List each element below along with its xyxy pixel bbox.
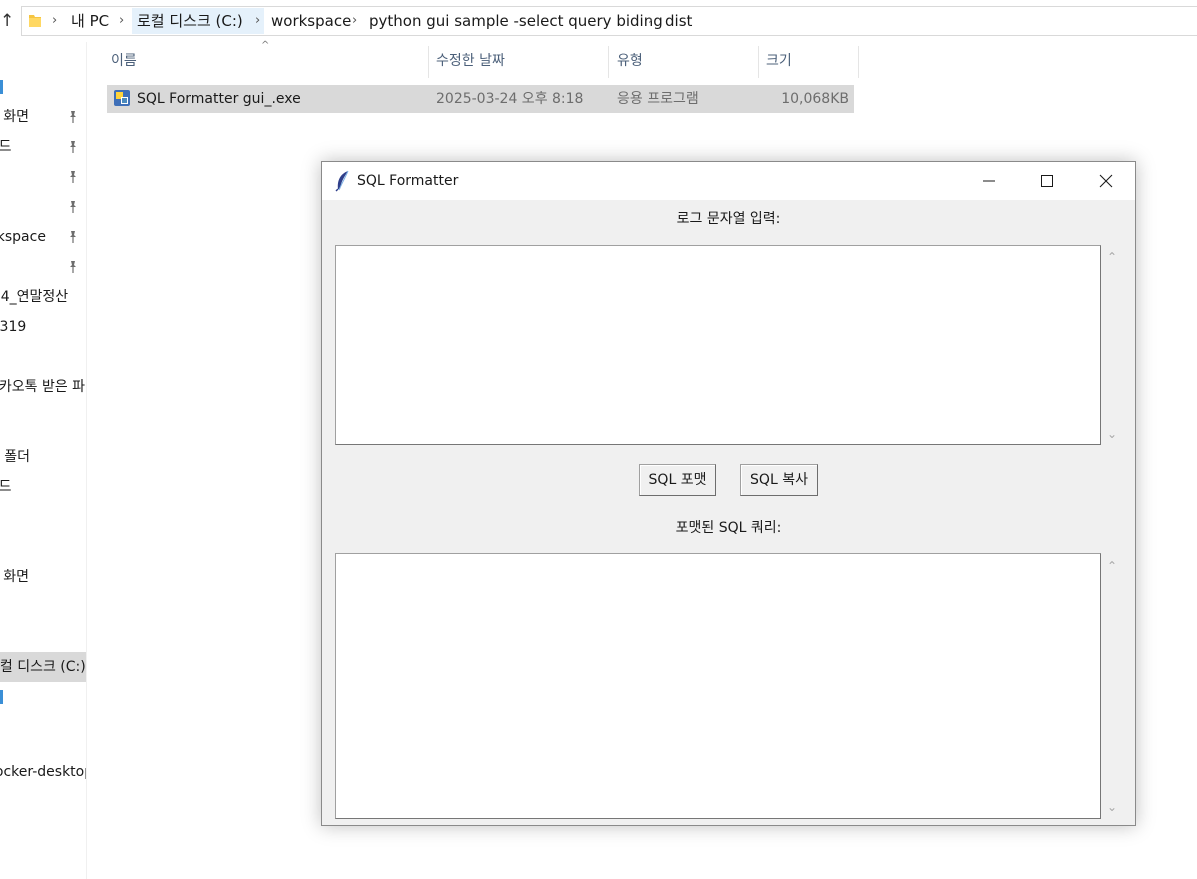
nav-item-icon xyxy=(0,80,3,94)
executable-icon xyxy=(114,90,130,106)
nav-item[interactable]: 카카오톡 받은 파일 xyxy=(0,372,86,402)
up-arrow-icon[interactable]: ↑ xyxy=(0,10,14,32)
column-divider[interactable] xyxy=(858,46,859,78)
title-bar[interactable]: SQL Formatter xyxy=(322,162,1135,200)
breadcrumb-separator[interactable]: › xyxy=(648,11,653,31)
nav-item[interactable]: 20250319 xyxy=(0,312,86,342)
file-modified: 2025-03-24 오후 8:18 xyxy=(436,91,584,107)
navigation-pane: 바탕 화면다운로드workspace2024_연말정산20250319카카오톡 … xyxy=(0,42,87,879)
nav-item-label: 바탕 화면 xyxy=(0,569,29,585)
nav-item[interactable]: workspace xyxy=(0,222,86,252)
breadcrumb-item[interactable]: 내 PC xyxy=(71,11,109,31)
nav-item-label: 바탕 화면 xyxy=(0,109,29,125)
nav-item[interactable]: 2024_연말정산 xyxy=(0,282,86,312)
breadcrumb-item[interactable]: dist xyxy=(665,11,692,31)
feather-icon xyxy=(335,170,349,192)
close-button[interactable] xyxy=(1077,162,1135,200)
nav-item[interactable]: 로컬 디스크 (C:) xyxy=(0,652,86,682)
nav-item[interactable] xyxy=(0,192,86,222)
nav-item[interactable]: 다운로드 xyxy=(0,472,86,502)
column-divider[interactable] xyxy=(428,46,429,78)
breadcrumb-separator[interactable]: › xyxy=(119,11,124,31)
breadcrumb-separator[interactable]: › xyxy=(52,11,57,31)
nav-item[interactable] xyxy=(0,72,86,102)
formatted-sql-textarea[interactable] xyxy=(335,553,1101,819)
folder-icon xyxy=(29,15,41,27)
nav-item-label: 카카오톡 받은 파일 xyxy=(0,379,86,395)
nav-item-icon xyxy=(0,690,3,704)
nav-item[interactable]: 문서 폴더 xyxy=(0,442,86,472)
close-icon xyxy=(1099,174,1113,188)
file-size: 10,068KB xyxy=(781,91,849,107)
column-header-type[interactable]: 유형 xyxy=(617,46,643,76)
breadcrumb-item[interactable]: 로컬 디스크 (C:) xyxy=(137,11,243,31)
pin-icon xyxy=(70,231,76,243)
sql-formatter-window: SQL Formatter 로그 문자열 입력: ⌃ ⌄ SQL 포맷 SQL … xyxy=(321,161,1136,826)
scroll-down-icon[interactable]: ⌄ xyxy=(1105,427,1119,441)
breadcrumb-item[interactable]: workspace xyxy=(271,11,351,31)
minimize-icon xyxy=(983,180,995,182)
log-input-textarea[interactable] xyxy=(335,245,1101,445)
nav-item-label: 문서 폴더 xyxy=(0,449,30,465)
pin-icon xyxy=(70,171,76,183)
column-header-name[interactable]: 이름 xyxy=(111,46,137,76)
column-header-size[interactable]: 크기 xyxy=(766,46,792,76)
sql-copy-button[interactable]: SQL 복사 xyxy=(740,464,818,496)
breadcrumb-separator[interactable]: › xyxy=(255,11,260,31)
column-divider[interactable] xyxy=(758,46,759,78)
maximize-button[interactable] xyxy=(1018,162,1076,200)
nav-item-label: docker-desktop-data xyxy=(0,764,86,780)
output-label: 포맷된 SQL 쿼리: xyxy=(675,520,782,536)
window-title: SQL Formatter xyxy=(357,173,459,189)
sort-ascending-icon: ^ xyxy=(261,40,270,51)
nav-item-label: workspace xyxy=(0,229,46,245)
nav-item[interactable]: 바탕 화면 xyxy=(0,102,86,132)
maximize-icon xyxy=(1041,175,1053,187)
nav-item[interactable] xyxy=(0,252,86,282)
scroll-up-icon[interactable]: ⌃ xyxy=(1105,559,1119,573)
file-type: 응용 프로그램 xyxy=(617,91,699,107)
address-bar: ↑ › 내 PC › 로컬 디스크 (C:) › workspace › pyt… xyxy=(0,0,1197,42)
sql-format-button[interactable]: SQL 포맷 xyxy=(639,464,716,496)
pin-icon xyxy=(70,141,76,153)
scroll-up-icon[interactable]: ⌃ xyxy=(1105,250,1119,264)
breadcrumb-item[interactable]: python gui sample -select query biding xyxy=(369,11,663,31)
nav-item[interactable] xyxy=(0,162,86,192)
nav-item-label: 2024_연말정산 xyxy=(0,289,69,305)
minimize-button[interactable] xyxy=(960,162,1018,200)
nav-item[interactable]: 바탕 화면 xyxy=(0,562,86,592)
breadcrumb-separator[interactable]: › xyxy=(352,11,357,31)
nav-item[interactable]: 다운로드 xyxy=(0,132,86,162)
pin-icon xyxy=(70,261,76,273)
file-name[interactable]: SQL Formatter gui_.exe xyxy=(137,85,301,113)
nav-item-label: 20250319 xyxy=(0,319,27,335)
input-label: 로그 문자열 입력: xyxy=(676,211,781,227)
nav-item-label: 다운로드 xyxy=(0,472,12,502)
nav-item-label: 다운로드 xyxy=(0,132,12,162)
pin-icon xyxy=(70,201,76,213)
column-header-modified[interactable]: 수정한 날짜 xyxy=(436,46,505,76)
nav-item[interactable] xyxy=(0,682,86,712)
nav-item-label: 로컬 디스크 (C:) xyxy=(0,659,86,675)
pin-icon xyxy=(70,111,76,123)
column-divider[interactable] xyxy=(608,46,609,78)
nav-item[interactable]: docker-desktop-data xyxy=(0,757,86,787)
scroll-down-icon[interactable]: ⌄ xyxy=(1105,800,1119,814)
